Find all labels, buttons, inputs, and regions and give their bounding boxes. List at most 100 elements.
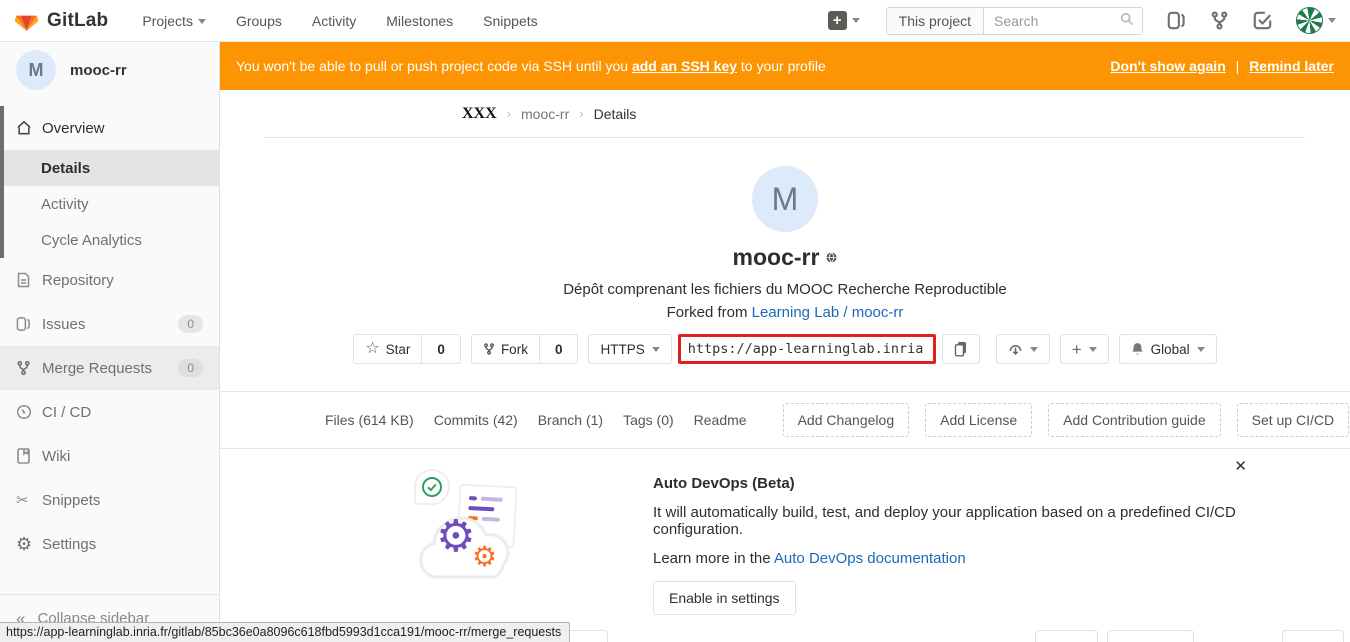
book-icon (16, 448, 42, 464)
auto-devops-banner: ⚙ ⚙ ✕ Auto DevOps (Beta) It will automat… (265, 449, 1305, 615)
sidebar-item-details[interactable]: Details (4, 150, 219, 186)
sidebar-item-snippets[interactable]: ✂ Snippets (0, 478, 219, 522)
star-button[interactable]: ☆ Star (353, 334, 422, 364)
project-sidebar: M mooc-rr Overview Details Activity Cycl… (0, 42, 220, 642)
gear-icon: ⚙ (16, 534, 42, 555)
breadcrumb-namespace[interactable]: XXX (462, 105, 497, 123)
branch-link[interactable]: Branch (1) (538, 412, 603, 428)
breadcrumb: XXX › mooc-rr › Details (265, 90, 1305, 138)
merge-request-icon (16, 360, 42, 376)
copy-url-button[interactable] (942, 334, 980, 364)
partial-button[interactable] (1282, 630, 1344, 642)
nav-groups[interactable]: Groups (236, 13, 282, 29)
notification-dropdown[interactable]: Global (1119, 334, 1217, 364)
forked-from: Forked from Learning Lab / mooc-rr (220, 304, 1350, 321)
breadcrumb-project[interactable]: mooc-rr (521, 106, 569, 122)
close-icon[interactable]: ✕ (1234, 459, 1247, 474)
issues-count-badge: 0 (178, 315, 203, 333)
merge-requests-count-badge: 0 (178, 359, 203, 377)
nav-activity[interactable]: Activity (312, 13, 356, 29)
fork-button[interactable]: Fork (471, 334, 540, 364)
sidebar-item-repository[interactable]: Repository (0, 258, 219, 302)
project-avatar-small: M (16, 50, 56, 90)
brand-title[interactable]: GitLab (47, 10, 108, 32)
sidebar-item-cycle-analytics[interactable]: Cycle Analytics (4, 222, 219, 258)
merge-requests-icon[interactable] (1210, 11, 1229, 30)
star-icon: ☆ (365, 341, 379, 357)
remind-later-link[interactable]: Remind later (1249, 58, 1334, 74)
dont-show-again-link[interactable]: Don't show again (1110, 58, 1225, 74)
download-dropdown[interactable] (996, 334, 1050, 364)
ssh-warning-banner: You won't be able to pull or push projec… (220, 42, 1350, 90)
issues-icon[interactable] (1167, 11, 1186, 30)
auto-devops-doc-link[interactable]: Auto DevOps documentation (774, 550, 966, 567)
main-content: You won't be able to pull or push projec… (220, 42, 1350, 642)
plus-icon: + (1072, 341, 1082, 358)
project-avatar: M (752, 166, 818, 232)
user-menu[interactable] (1296, 7, 1336, 34)
fork-count[interactable]: 0 (540, 334, 579, 364)
public-globe-icon (826, 252, 837, 263)
gauge-icon (16, 404, 42, 420)
project-actions: ☆ Star 0 Fork 0 (220, 334, 1350, 364)
sidebar-item-issues[interactable]: Issues 0 (0, 302, 219, 346)
home-icon (16, 120, 42, 136)
sidebar-item-ci-cd[interactable]: CI / CD (0, 390, 219, 434)
partial-button[interactable] (1035, 630, 1098, 642)
search-icon (1120, 12, 1134, 29)
breadcrumb-separator: › (579, 106, 583, 121)
search-group: This project (886, 7, 1143, 35)
sidebar-project-name: mooc-rr (70, 62, 127, 79)
sidebar-item-overview[interactable]: Overview (4, 106, 219, 150)
sidebar-item-wiki[interactable]: Wiki (0, 434, 219, 478)
nav-milestones[interactable]: Milestones (386, 13, 453, 29)
fork-source-link[interactable]: Learning Lab / mooc-rr (752, 304, 904, 321)
chevron-down-icon (1197, 347, 1205, 352)
sidebar-item-settings[interactable]: ⚙ Settings (0, 522, 219, 566)
check-circle-icon (414, 469, 450, 505)
repo-stats-bar: Files (614 KB) Commits (42) Branch (1) T… (220, 392, 1350, 449)
gitlab-app: GitLab Projects Groups Activity Mileston… (0, 0, 1350, 642)
breadcrumb-current: Details (594, 106, 637, 122)
protocol-dropdown[interactable]: HTTPS (588, 334, 671, 364)
add-ssh-key-link[interactable]: add an SSH key (632, 58, 737, 74)
sidebar-item-merge-requests[interactable]: Merge Requests 0 (0, 346, 219, 390)
sidebar-item-activity[interactable]: Activity (4, 186, 219, 222)
project-title: mooc-rr (733, 244, 820, 271)
scissors-icon: ✂ (16, 491, 42, 509)
readme-link[interactable]: Readme (694, 412, 747, 428)
project-description: Dépôt comprenant les fichiers du MOOC Re… (220, 281, 1350, 298)
sidebar-nav: Overview Details Activity Cycle Analytic… (0, 106, 219, 594)
add-contribution-guide-button[interactable]: Add Contribution guide (1048, 403, 1220, 437)
setup-cicd-button[interactable]: Set up CI/CD (1237, 403, 1349, 437)
user-avatar (1296, 7, 1323, 34)
commits-link[interactable]: Commits (42) (434, 412, 518, 428)
add-changelog-button[interactable]: Add Changelog (783, 403, 910, 437)
enable-in-settings-button[interactable]: Enable in settings (653, 581, 796, 615)
bell-icon (1131, 342, 1144, 357)
partial-button[interactable] (1107, 630, 1194, 642)
auto-devops-description: It will automatically build, test, and d… (653, 504, 1305, 538)
new-menu-button[interactable]: + (828, 11, 860, 30)
tags-link[interactable]: Tags (0) (623, 412, 674, 428)
auto-devops-learn-more: Learn more in the Auto DevOps documentat… (653, 550, 1305, 567)
star-count[interactable]: 0 (422, 334, 461, 364)
project-hero: M mooc-rr Dépôt comprenant les fichiers … (220, 138, 1350, 364)
gear-icon: ⚙ (436, 515, 475, 559)
search-input[interactable] (984, 13, 1142, 29)
add-dropdown[interactable]: + (1060, 334, 1109, 364)
sidebar-project-header[interactable]: M mooc-rr (0, 42, 219, 98)
todos-icon[interactable] (1253, 11, 1272, 30)
chevron-down-icon (652, 347, 660, 352)
files-link[interactable]: Files (614 KB) (325, 412, 414, 428)
breadcrumb-separator: › (507, 106, 511, 121)
clone-url-input[interactable] (678, 334, 936, 364)
gitlab-logo-icon[interactable] (14, 8, 39, 33)
nav-projects[interactable]: Projects (142, 13, 206, 29)
browser-status-bar: https://app-learninglab.inria.fr/gitlab/… (0, 622, 570, 642)
main-nav: Projects Groups Activity Milestones Snip… (142, 13, 567, 29)
fork-icon (483, 342, 495, 356)
chevron-down-icon (1030, 347, 1038, 352)
nav-snippets[interactable]: Snippets (483, 13, 537, 29)
add-license-button[interactable]: Add License (925, 403, 1032, 437)
